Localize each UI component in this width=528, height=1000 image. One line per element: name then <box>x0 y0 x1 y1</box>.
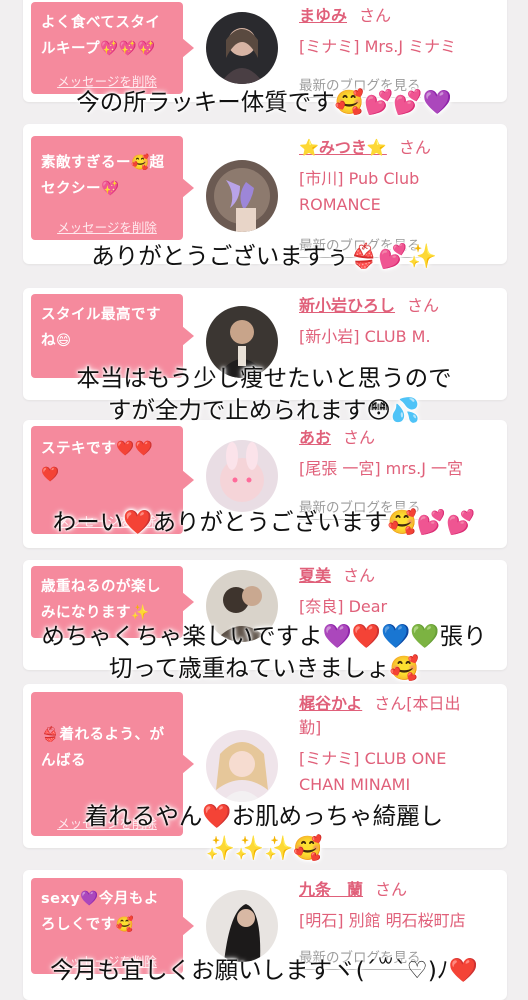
user-name-link[interactable]: あお <box>299 428 331 447</box>
message-bubble: 素敵すぎるー🥰超 セクシー💖 メッセージを削除 <box>31 136 194 240</box>
honorific: さん <box>343 566 376 585</box>
shop-info: [尾張 一宮] mrs.J 一宮 <box>299 459 464 478</box>
shop-info: [ミナミ] CLUB ONE CHAN MINAMI <box>299 749 447 794</box>
message-text: スタイル最高です ね😄 <box>41 307 161 349</box>
shop-info: [明石] 別館 明石桜町店 <box>299 911 466 930</box>
message-text: ステキです❤️❤️ ❤️ <box>41 441 154 483</box>
message-text: 👙着れるよう、が んばる <box>41 727 165 769</box>
user-name-link[interactable]: 新小岩ひろし <box>299 296 395 315</box>
shop-info: [ミナミ] Mrs.J ミナミ <box>299 37 457 56</box>
message-text: sexy💜今月もよ ろしくです🥰 <box>41 891 159 933</box>
reply-caption: 着れるやん❤️お肌めっちゃ綺麗し ✨✨✨🥰 <box>84 802 444 862</box>
reply-caption: わーい❤️ありがとうございます🥰💕💕 <box>52 508 476 536</box>
shop-info: [市川] Pub Club ROMANCE <box>299 169 420 214</box>
avatar[interactable] <box>206 730 278 802</box>
honorific: さん <box>407 296 440 315</box>
reply-caption: 今の所ラッキー体質です🥰💕💕💜 <box>76 88 452 116</box>
shop-info: [奈良] Dear <box>299 597 388 616</box>
user-name-link[interactable]: 梶谷かよ <box>299 694 362 713</box>
avatar[interactable] <box>206 12 278 84</box>
avatar[interactable] <box>206 160 278 232</box>
avatar[interactable] <box>206 890 278 962</box>
delete-message-link[interactable]: メッセージを削除 <box>31 217 183 236</box>
user-name-link[interactable]: 九条 蘭 <box>299 880 363 899</box>
reply-caption: 本当はもう少し痩せたいと思うので すが全力で止められます😳💦 <box>76 364 452 424</box>
avatar[interactable] <box>206 440 278 512</box>
user-name-link[interactable]: 夏美 <box>299 566 331 585</box>
user-name-link[interactable]: ⭐みつき⭐ <box>299 138 387 157</box>
honorific: さん <box>398 138 431 157</box>
reply-caption: 今月も宜しくお願いしますヾ(´꒳`♡)ﾉ❤️ <box>50 956 478 984</box>
message-text: よく食べてスタイ ルキープ💖💖💖 <box>41 15 161 57</box>
reply-caption: ありがとうございますぅ👙💕✨ <box>91 242 437 270</box>
honorific: さん <box>359 6 392 25</box>
honorific: さん <box>343 428 376 447</box>
message-feed: よく食べてスタイ ルキープ💖💖💖 メッセージを削除 まゆみ さん [ミナミ] Mr… <box>0 0 528 1000</box>
user-name-link[interactable]: まゆみ <box>299 6 347 25</box>
message-text: 歳重ねるのが楽し みになります✨ <box>41 579 161 621</box>
reply-caption: めちゃくちゃ楽しいですよ💜❤️💙💚張り 切って歳重ねていきましょ🥰 <box>41 622 487 682</box>
shop-info: [新小岩] CLUB M. <box>299 327 431 346</box>
message-bubble: よく食べてスタイ ルキープ💖💖💖 メッセージを削除 <box>31 2 194 94</box>
honorific: さん <box>375 880 408 899</box>
message-text: 素敵すぎるー🥰超 セクシー💖 <box>41 155 165 197</box>
